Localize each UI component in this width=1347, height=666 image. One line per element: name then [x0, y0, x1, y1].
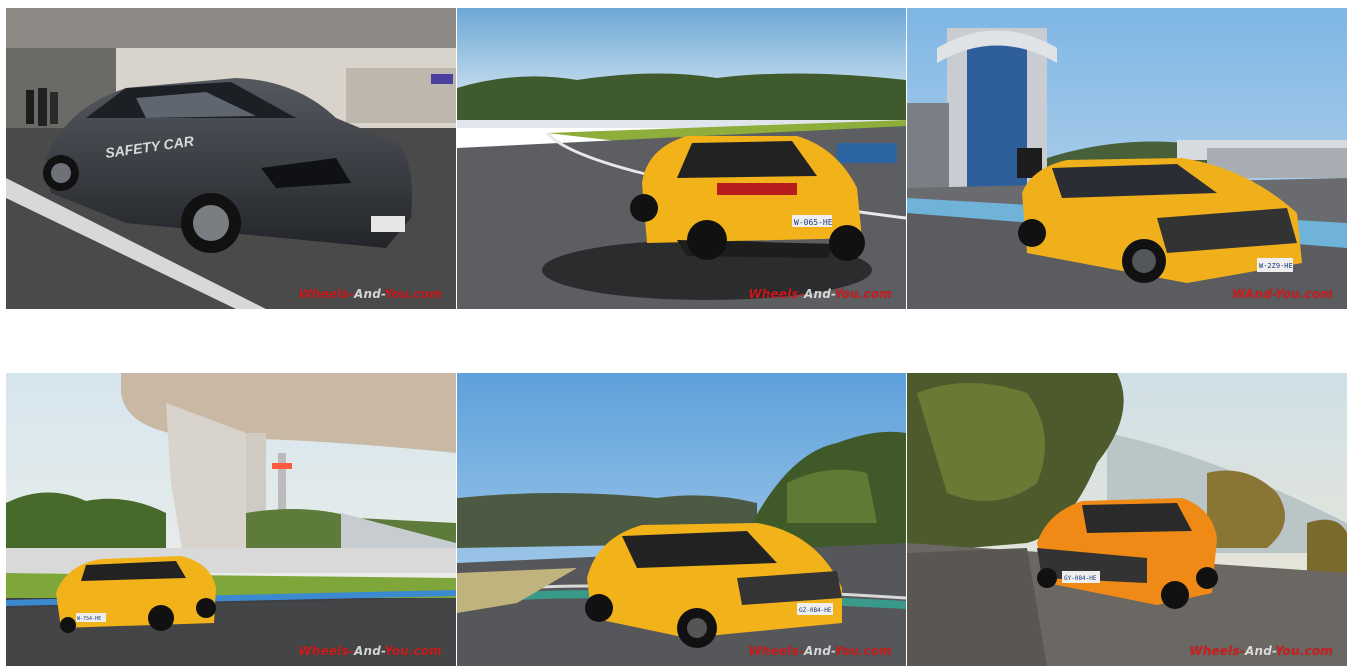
license-plate: GZ-0B4-HE: [799, 607, 832, 614]
license-plate: W-2Z9-HE: [1259, 262, 1293, 270]
watermark: Wheels-And-You.com: [298, 287, 442, 301]
photo-gallery: SAFETY CAR Wheels-And-You.com W-065-HE W…: [0, 0, 1347, 666]
watermark: Wheels-And-You.com: [298, 644, 442, 658]
license-plate: W-7S4-HE: [77, 616, 101, 622]
gallery-photo-5[interactable]: GZ-0B4-HE Wheels-And-You.com: [457, 373, 906, 666]
gallery-photo-4[interactable]: W-7S4-HE Wheels-And-You.com: [6, 373, 456, 666]
watermark: Wheels-And-You.com: [748, 287, 892, 301]
gallery-photo-3[interactable]: W-2Z9-HE WAnd-You.com: [907, 8, 1347, 309]
gallery-photo-2[interactable]: W-065-HE Wheels-And-You.com: [457, 8, 906, 309]
watermark: Wheels-And-You.com: [748, 644, 892, 658]
photo-image: GZ-0B4-HE: [457, 373, 906, 666]
photo-image: W-065-HE: [457, 8, 906, 309]
photo-image: W-2Z9-HE: [907, 8, 1347, 309]
watermark: WAnd-You.com: [1232, 287, 1333, 301]
photo-image: GY-084-HE: [907, 373, 1347, 666]
gallery-photo-1[interactable]: SAFETY CAR Wheels-And-You.com: [6, 8, 456, 309]
photo-image: W-7S4-HE: [6, 373, 456, 666]
license-plate: GY-084-HE: [1064, 575, 1097, 582]
watermark: Wheels-And-You.com: [1189, 644, 1333, 658]
gallery-photo-6[interactable]: GY-084-HE Wheels-And-You.com: [907, 373, 1347, 666]
photo-image: SAFETY CAR: [6, 8, 456, 309]
license-plate: W-065-HE: [794, 218, 833, 227]
